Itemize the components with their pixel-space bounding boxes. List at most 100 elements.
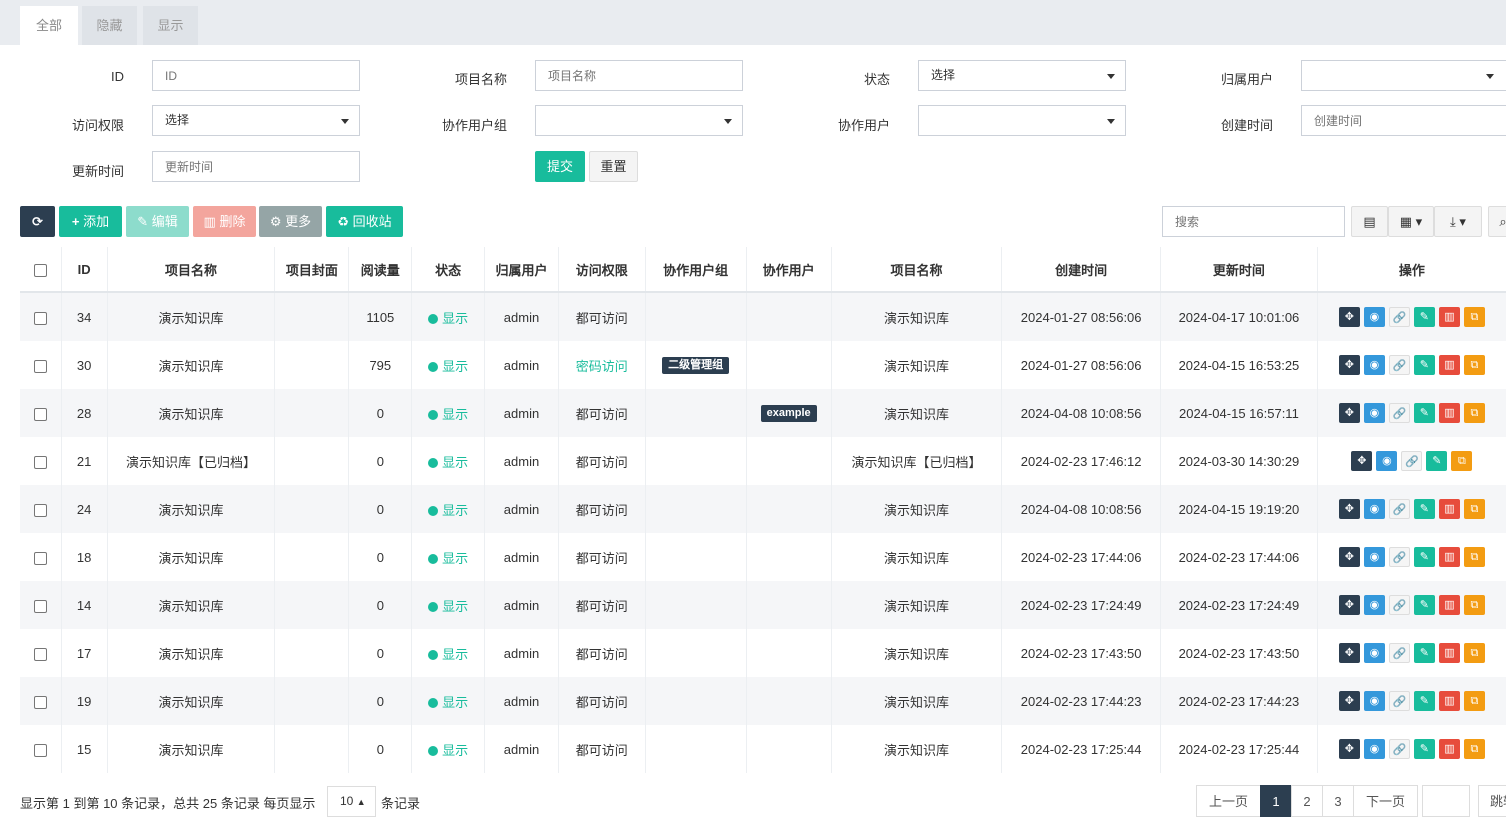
edit-icon[interactable]: ✎ bbox=[1413, 739, 1435, 759]
col-header-owner[interactable]: 归属用户 bbox=[484, 247, 559, 293]
drag-sort-icon[interactable]: ✥ bbox=[1338, 691, 1360, 711]
status-text[interactable]: 显示 bbox=[442, 311, 468, 326]
edit-button[interactable]: ✎ 编辑 bbox=[126, 206, 189, 237]
user-select[interactable] bbox=[918, 105, 1126, 136]
drag-sort-icon[interactable]: ✥ bbox=[1338, 643, 1360, 663]
link-icon[interactable]: 🔗 bbox=[1388, 691, 1410, 711]
group-select[interactable] bbox=[535, 105, 743, 136]
copy-icon[interactable]: ⧉ bbox=[1451, 451, 1473, 471]
tab-hidden[interactable]: 隐藏 bbox=[82, 6, 137, 45]
delete-icon[interactable]: ▥ bbox=[1438, 643, 1460, 663]
view-icon[interactable]: ◉ bbox=[1363, 643, 1385, 663]
status-text[interactable]: 显示 bbox=[442, 359, 468, 374]
more-button[interactable]: ⚙ 更多 bbox=[259, 206, 322, 237]
row-checkbox[interactable] bbox=[33, 695, 47, 709]
delete-icon[interactable]: ▥ bbox=[1438, 307, 1460, 327]
edit-icon[interactable]: ✎ bbox=[1413, 307, 1435, 327]
drag-sort-icon[interactable]: ✥ bbox=[1338, 595, 1360, 615]
columns-button[interactable]: ▦ ▾ bbox=[1388, 206, 1434, 237]
view-icon[interactable]: ◉ bbox=[1363, 739, 1385, 759]
status-text[interactable]: 显示 bbox=[442, 455, 468, 470]
drag-sort-icon[interactable]: ✥ bbox=[1338, 499, 1360, 519]
row-checkbox[interactable] bbox=[33, 407, 47, 421]
delete-icon[interactable]: ▥ bbox=[1438, 499, 1460, 519]
copy-icon[interactable]: ⧉ bbox=[1463, 499, 1485, 519]
link-icon[interactable]: 🔗 bbox=[1388, 403, 1410, 423]
view-icon[interactable]: ◉ bbox=[1363, 691, 1385, 711]
edit-icon[interactable]: ✎ bbox=[1413, 403, 1435, 423]
link-icon[interactable]: 🔗 bbox=[1388, 499, 1410, 519]
delete-icon[interactable]: ▥ bbox=[1438, 355, 1460, 375]
copy-icon[interactable]: ⧉ bbox=[1463, 691, 1485, 711]
copy-icon[interactable]: ⧉ bbox=[1463, 739, 1485, 759]
status-text[interactable]: 显示 bbox=[442, 743, 468, 758]
copy-icon[interactable]: ⧉ bbox=[1463, 595, 1485, 615]
copy-icon[interactable]: ⧉ bbox=[1463, 643, 1485, 663]
edit-icon[interactable]: ✎ bbox=[1413, 547, 1435, 567]
link-icon[interactable]: 🔗 bbox=[1388, 739, 1410, 759]
copy-icon[interactable]: ⧉ bbox=[1463, 355, 1485, 375]
row-checkbox[interactable] bbox=[33, 359, 47, 373]
created-input[interactable] bbox=[1301, 105, 1506, 136]
copy-icon[interactable]: ⧉ bbox=[1463, 307, 1485, 327]
drag-sort-icon[interactable]: ✥ bbox=[1338, 547, 1360, 567]
reset-button[interactable]: 重置 bbox=[589, 151, 638, 182]
select-all-checkbox[interactable] bbox=[33, 263, 47, 277]
delete-icon[interactable]: ▥ bbox=[1438, 547, 1460, 567]
jump-button[interactable]: 跳转 bbox=[1478, 785, 1506, 817]
export-button[interactable]: ⤓ ▾ bbox=[1434, 206, 1482, 237]
id-input[interactable] bbox=[152, 60, 360, 91]
view-icon[interactable]: ◉ bbox=[1376, 451, 1398, 471]
row-checkbox[interactable] bbox=[33, 647, 47, 661]
link-icon[interactable]: 🔗 bbox=[1388, 595, 1410, 615]
view-icon[interactable]: ◉ bbox=[1363, 595, 1385, 615]
delete-icon[interactable]: ▥ bbox=[1438, 739, 1460, 759]
col-header-updated[interactable]: 更新时间 bbox=[1160, 247, 1318, 293]
row-checkbox[interactable] bbox=[33, 503, 47, 517]
page-2-button[interactable]: 2 bbox=[1291, 785, 1323, 817]
row-checkbox[interactable] bbox=[33, 599, 47, 613]
status-select[interactable]: 选择 bbox=[918, 60, 1126, 91]
col-header-status[interactable]: 状态 bbox=[411, 247, 485, 293]
refresh-button[interactable]: ⟳ bbox=[20, 206, 55, 237]
col-header-access[interactable]: 访问权限 bbox=[557, 247, 646, 293]
edit-icon[interactable]: ✎ bbox=[1413, 355, 1435, 375]
delete-icon[interactable]: ▥ bbox=[1438, 595, 1460, 615]
link-icon[interactable]: 🔗 bbox=[1388, 547, 1410, 567]
status-text[interactable]: 显示 bbox=[442, 551, 468, 566]
view-icon[interactable]: ◉ bbox=[1363, 403, 1385, 423]
recycle-bin-button[interactable]: ♻ 回收站 bbox=[326, 206, 403, 237]
col-header-created[interactable]: 创建时间 bbox=[1001, 247, 1161, 293]
row-checkbox[interactable] bbox=[33, 551, 47, 565]
col-header-user[interactable]: 协作用户 bbox=[745, 247, 832, 293]
view-icon[interactable]: ◉ bbox=[1363, 499, 1385, 519]
col-header-name[interactable]: 项目名称 bbox=[106, 247, 275, 293]
toggle-view-button[interactable]: ▤ bbox=[1351, 206, 1388, 237]
col-header-group[interactable]: 协作用户组 bbox=[644, 247, 747, 293]
drag-sort-icon[interactable]: ✥ bbox=[1338, 403, 1360, 423]
jump-page-input[interactable] bbox=[1422, 785, 1470, 817]
next-page-button[interactable]: 下一页 bbox=[1353, 785, 1418, 817]
tab-all[interactable]: 全部 bbox=[20, 6, 78, 45]
drag-sort-icon[interactable]: ✥ bbox=[1338, 739, 1360, 759]
tab-visible[interactable]: 显示 bbox=[143, 6, 198, 45]
copy-icon[interactable]: ⧉ bbox=[1463, 547, 1485, 567]
page-1-button[interactable]: 1 bbox=[1260, 785, 1292, 817]
col-header-name2[interactable]: 项目名称 bbox=[830, 247, 1002, 293]
col-header-cover[interactable]: 项目封面 bbox=[274, 247, 349, 293]
edit-icon[interactable]: ✎ bbox=[1413, 691, 1435, 711]
search-input[interactable] bbox=[1162, 206, 1345, 237]
status-text[interactable]: 显示 bbox=[442, 599, 468, 614]
submit-button[interactable]: 提交 bbox=[535, 151, 585, 182]
edit-icon[interactable]: ✎ bbox=[1426, 451, 1448, 471]
drag-sort-icon[interactable]: ✥ bbox=[1351, 451, 1373, 471]
delete-icon[interactable]: ▥ bbox=[1438, 403, 1460, 423]
col-header-views[interactable]: 阅读量 bbox=[348, 247, 412, 293]
view-icon[interactable]: ◉ bbox=[1363, 307, 1385, 327]
add-button[interactable]: + 添加 bbox=[59, 206, 122, 237]
owner-select[interactable] bbox=[1301, 60, 1506, 91]
link-icon[interactable]: 🔗 bbox=[1388, 643, 1410, 663]
prev-page-button[interactable]: 上一页 bbox=[1196, 785, 1261, 817]
link-icon[interactable]: 🔗 bbox=[1401, 451, 1423, 471]
row-checkbox[interactable] bbox=[33, 455, 47, 469]
